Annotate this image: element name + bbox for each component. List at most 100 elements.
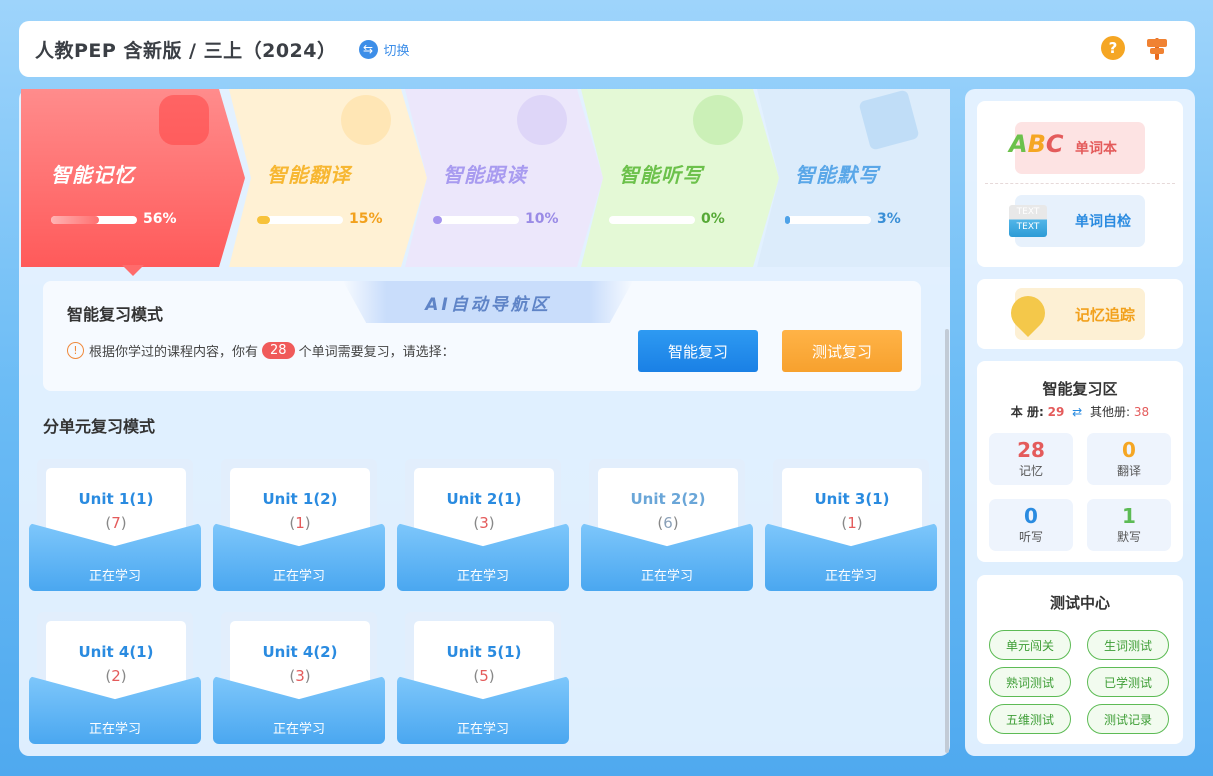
test-option-button[interactable]: 单元闯关 (989, 630, 1071, 660)
divider (985, 183, 1175, 184)
step-nav: 智能记忆 56% 智能翻译 15% 智能跟读 10% 智能听写 0% 智能默写 … (21, 89, 950, 267)
star-icon (159, 95, 209, 145)
test-option-button[interactable]: 五维测试 (989, 704, 1071, 734)
unit-name: Unit 4(2) (262, 643, 338, 661)
abc-icon: ABC (1009, 130, 1064, 158)
step-label: 智能听写 (619, 163, 703, 187)
test-option-button[interactable]: 测试记录 (1087, 704, 1169, 734)
unit-word-count: 7 (46, 514, 186, 532)
unit-status: 正在学习 (272, 569, 325, 584)
main-panel: 智能记忆 56% 智能翻译 15% 智能跟读 10% 智能听写 0% 智能默写 … (19, 89, 950, 756)
book-counts: 本 册: 29 ⇄ 其他册: 38 (977, 403, 1183, 420)
word-book-button[interactable]: ABC 单词本 (1009, 122, 1145, 174)
step-progress: 56% (143, 211, 177, 227)
this-book-label: 本 册: (1010, 405, 1044, 419)
review-mode-title: 智能复习模式 (67, 305, 164, 324)
unit-word-count: 2 (46, 667, 186, 685)
step-label: 智能跟读 (443, 163, 527, 187)
unit-card[interactable]: Unit 2(1) 3 正在学习 (397, 459, 569, 591)
smart-review-area: 智能复习区 本 册: 29 ⇄ 其他册: 38 28 记忆 0 翻译 0 听写 1 默写 (977, 361, 1183, 562)
test-option-button[interactable]: 已学测试 (1087, 667, 1169, 697)
unit-word-count: 3 (230, 667, 370, 685)
sidebar: ABC 单词本 TEXT TEXT 单词自检 记忆追踪 智能复习区 本 册: 29… (965, 89, 1195, 756)
eraser-icon (858, 89, 920, 151)
smart-review-card: AI自动导航区 智能复习模式 ! 根据你学过的课程内容，你有 28 个单词需要复… (43, 281, 921, 391)
ai-nav-label: AI自动导航区 (425, 294, 551, 315)
step-progress: 10% (525, 211, 559, 227)
unit-card[interactable]: Unit 4(2) 3 正在学习 (213, 612, 385, 744)
review-count-badge: 28 (262, 342, 295, 359)
translate-icon (341, 95, 391, 145)
review-stat[interactable]: 28 记忆 (989, 433, 1073, 485)
stat-label: 听写 (1018, 530, 1043, 544)
unit-name: Unit 2(1) (446, 490, 522, 508)
word-check-label: 单词自检 (1075, 214, 1131, 230)
stat-value: 0 (1024, 504, 1038, 528)
step-smart-write[interactable]: 智能默写 3% (757, 89, 950, 267)
unit-name: Unit 2(2) (630, 490, 706, 508)
unit-card[interactable]: Unit 1(2) 1 正在学习 (213, 459, 385, 591)
step-progress-fill (257, 216, 270, 224)
headphones-icon (693, 95, 743, 145)
unit-word-count: 1 (782, 514, 922, 532)
unit-card[interactable]: Unit 4(1) 2 正在学习 (29, 612, 201, 744)
memory-track-label: 记忆追踪 (1075, 305, 1136, 324)
smart-review-button[interactable]: 智能复习 (638, 330, 758, 372)
stat-label: 翻译 (1116, 464, 1141, 478)
step-smart-follow-read[interactable]: 智能跟读 10% (405, 89, 603, 267)
other-books-count: 38 (1133, 405, 1150, 419)
warning-icon: ! (67, 342, 84, 359)
step-smart-dictation[interactable]: 智能听写 0% (581, 89, 779, 267)
unit-card[interactable]: Unit 2(2) 6 正在学习 (581, 459, 753, 591)
unit-status: 正在学习 (88, 569, 141, 584)
unit-name: Unit 1(2) (262, 490, 338, 508)
tip-prefix: 根据你学过的课程内容，你有 (89, 345, 259, 360)
unit-card[interactable]: Unit 3(1) 1 正在学习 (765, 459, 937, 591)
unit-status: 正在学习 (272, 722, 325, 737)
review-stat[interactable]: 1 默写 (1087, 499, 1171, 551)
unit-word-count: 1 (230, 514, 370, 532)
question-icon[interactable]: ? (1101, 36, 1125, 60)
unit-status: 正在学习 (640, 569, 693, 584)
step-smart-translate[interactable]: 智能翻译 15% (229, 89, 427, 267)
unit-status: 正在学习 (456, 569, 509, 584)
unit-card[interactable]: Unit 1(1) 7 正在学习 (29, 459, 201, 591)
this-book-count: 29 (1047, 405, 1065, 419)
memory-track-button[interactable]: 记忆追踪 (1003, 288, 1145, 340)
active-step-pointer (122, 265, 144, 276)
step-progress: 0% (701, 211, 725, 227)
other-books-label: 其他册: (1090, 405, 1131, 419)
test-review-button[interactable]: 测试复习 (782, 330, 902, 372)
word-check-button[interactable]: TEXT TEXT 单词自检 (1009, 195, 1145, 247)
review-stat[interactable]: 0 听写 (989, 499, 1073, 551)
unit-status: 正在学习 (824, 569, 877, 584)
unit-status: 正在学习 (456, 722, 509, 737)
review-stat[interactable]: 0 翻译 (1087, 433, 1171, 485)
unit-name: Unit 3(1) (814, 490, 890, 508)
test-option-button[interactable]: 生词测试 (1087, 630, 1169, 660)
stat-value: 28 (1017, 438, 1045, 462)
unit-name: Unit 5(1) (446, 643, 522, 661)
step-progress: 3% (877, 211, 901, 227)
switch-button[interactable]: ⇆ 切换 (358, 39, 410, 59)
step-progress-fill (51, 216, 99, 224)
unit-review-title: 分单元复习模式 (43, 417, 156, 436)
tip-suffix: 个单词需要复习，请选择： (298, 345, 455, 360)
top-bar: 人教PEP 含新版 / 三上（2024） ⇆ 切换 ? (19, 21, 1195, 77)
test-option-button[interactable]: 熟词测试 (989, 667, 1071, 697)
unit-word-count: 5 (414, 667, 554, 685)
unit-status: 正在学习 (88, 722, 141, 737)
step-progress-fill (433, 216, 442, 224)
signpost-icon[interactable] (1145, 36, 1169, 60)
step-progress: 15% (349, 211, 383, 227)
stat-label: 默写 (1116, 530, 1141, 544)
scrollbar[interactable] (945, 329, 949, 753)
step-label: 智能记忆 (51, 163, 135, 187)
unit-name: Unit 1(1) (78, 490, 154, 508)
stat-label: 记忆 (1018, 464, 1043, 478)
step-smart-memory[interactable]: 智能记忆 56% (21, 89, 245, 267)
unit-card[interactable]: Unit 5(1) 5 正在学习 (397, 612, 569, 744)
unit-word-count: 3 (414, 514, 554, 532)
word-book-label: 单词本 (1075, 141, 1117, 157)
text-icon: TEXT TEXT (1009, 205, 1047, 237)
